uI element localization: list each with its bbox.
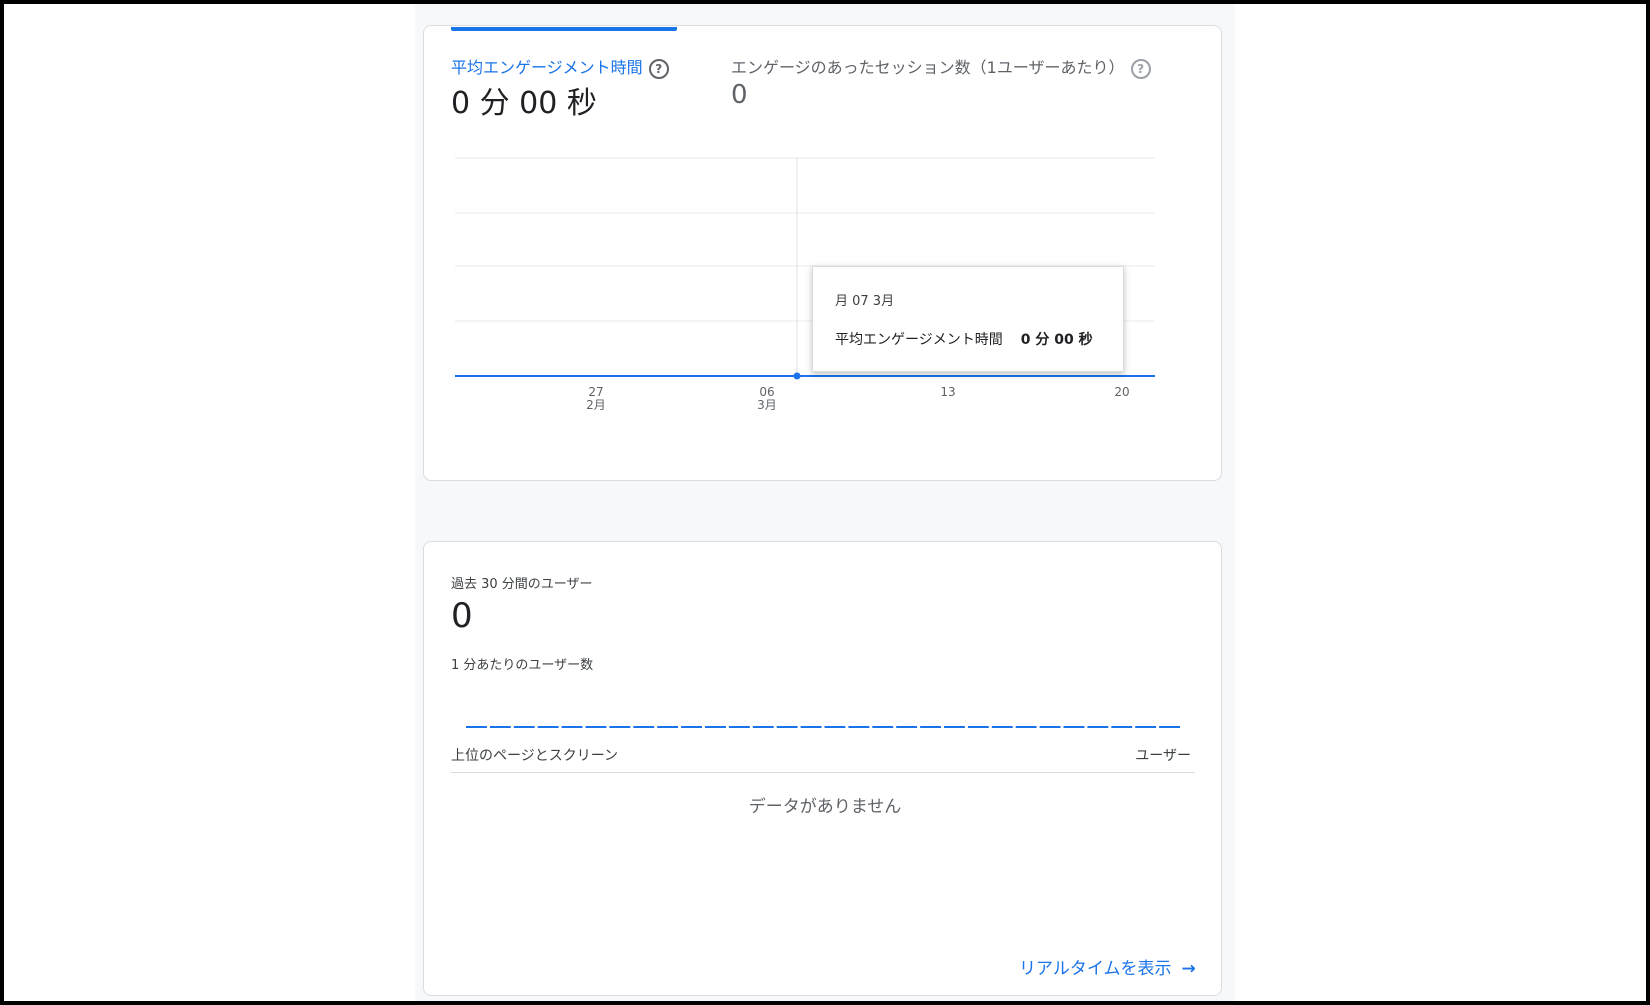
x-tick-label: 27 bbox=[588, 385, 603, 399]
minute-bar bbox=[681, 726, 702, 728]
metric-value-avg-engagement-time: 0 分 00 秒 bbox=[451, 86, 597, 121]
highlight-point bbox=[793, 372, 801, 380]
minute-bar bbox=[561, 726, 583, 728]
x-tick-month-label: 3月 bbox=[757, 398, 777, 412]
x-tick-label: 20 bbox=[1114, 385, 1129, 399]
arrow-right-icon: → bbox=[1181, 959, 1196, 979]
metric-tab-avg-engagement-time[interactable]: 平均エンゲージメント時間? bbox=[451, 54, 669, 79]
minute-bar bbox=[1039, 726, 1061, 728]
minute-bar bbox=[848, 726, 870, 728]
minute-bar bbox=[824, 726, 846, 728]
minute-bar bbox=[466, 726, 487, 728]
tooltip-metric-value: 0 分 00 秒 bbox=[1020, 332, 1093, 348]
minute-bar bbox=[1087, 726, 1109, 728]
view-realtime-link[interactable]: リアルタイムを表示 → bbox=[1019, 954, 1196, 979]
minute-bar bbox=[1111, 726, 1133, 728]
minute-bar bbox=[489, 726, 511, 728]
realtime-user-count: 0 bbox=[451, 596, 473, 636]
x-tick-label: 13 bbox=[940, 385, 955, 399]
minute-bar bbox=[705, 726, 726, 728]
empty-state-message: データがありません bbox=[748, 797, 902, 817]
help-icon[interactable]: ? bbox=[1130, 58, 1151, 79]
minute-bar bbox=[967, 726, 989, 728]
view-realtime-label: リアルタイムを表示 bbox=[1019, 959, 1172, 979]
minute-bar bbox=[920, 726, 941, 728]
minute-bar bbox=[991, 726, 1013, 728]
minute-bar bbox=[1015, 726, 1037, 728]
chart-tooltip: 月 07 3月 平均エンゲージメント時間 0 分 00 秒 bbox=[812, 266, 1124, 372]
minute-bar bbox=[1159, 726, 1180, 728]
metric-tab-engaged-sessions[interactable]: エンゲージのあったセッション数（1ユーザーあたり）? bbox=[731, 54, 1151, 79]
minute-bar bbox=[872, 726, 894, 728]
x-tick-month-label: 2月 bbox=[586, 398, 606, 412]
minute-bar bbox=[633, 726, 655, 728]
users-per-minute-bars bbox=[466, 726, 1180, 728]
minute-bar bbox=[800, 726, 822, 728]
tooltip-date: 月 07 3月 bbox=[835, 294, 895, 309]
realtime-title: 過去 30 分間のユーザー bbox=[451, 577, 593, 592]
minute-bar bbox=[776, 726, 798, 728]
table-divider bbox=[451, 772, 1195, 773]
metric-label-avg-engagement-time: 平均エンゲージメント時間 bbox=[451, 58, 643, 77]
column-header-pages: 上位のページとスクリーン bbox=[451, 748, 619, 764]
active-tab-indicator bbox=[451, 27, 677, 31]
metric-value-engaged-sessions: 0 bbox=[731, 80, 748, 110]
tooltip-row: 平均エンゲージメント時間 0 分 00 秒 bbox=[835, 329, 1093, 349]
column-header-users: ユーザー bbox=[1135, 748, 1191, 764]
minute-bar bbox=[513, 726, 535, 728]
help-icon[interactable]: ? bbox=[648, 58, 669, 79]
x-tick-label: 06 bbox=[759, 385, 774, 399]
minute-bar bbox=[752, 726, 774, 728]
minute-bar bbox=[728, 726, 750, 728]
minute-bar bbox=[537, 726, 559, 728]
minute-bar bbox=[944, 726, 965, 728]
metric-label-engaged-sessions: エンゲージのあったセッション数（1ユーザーあたり） bbox=[731, 58, 1125, 77]
realtime-card bbox=[423, 541, 1222, 996]
minute-bar bbox=[1135, 726, 1157, 728]
tooltip-metric-label: 平均エンゲージメント時間 bbox=[835, 332, 1003, 348]
minute-bar bbox=[585, 726, 607, 728]
users-per-minute-label: 1 分あたりのユーザー数 bbox=[451, 658, 594, 673]
minute-bar bbox=[657, 726, 679, 728]
minute-bar bbox=[896, 726, 918, 728]
minute-bar bbox=[609, 726, 631, 728]
minute-bar bbox=[1063, 726, 1085, 728]
